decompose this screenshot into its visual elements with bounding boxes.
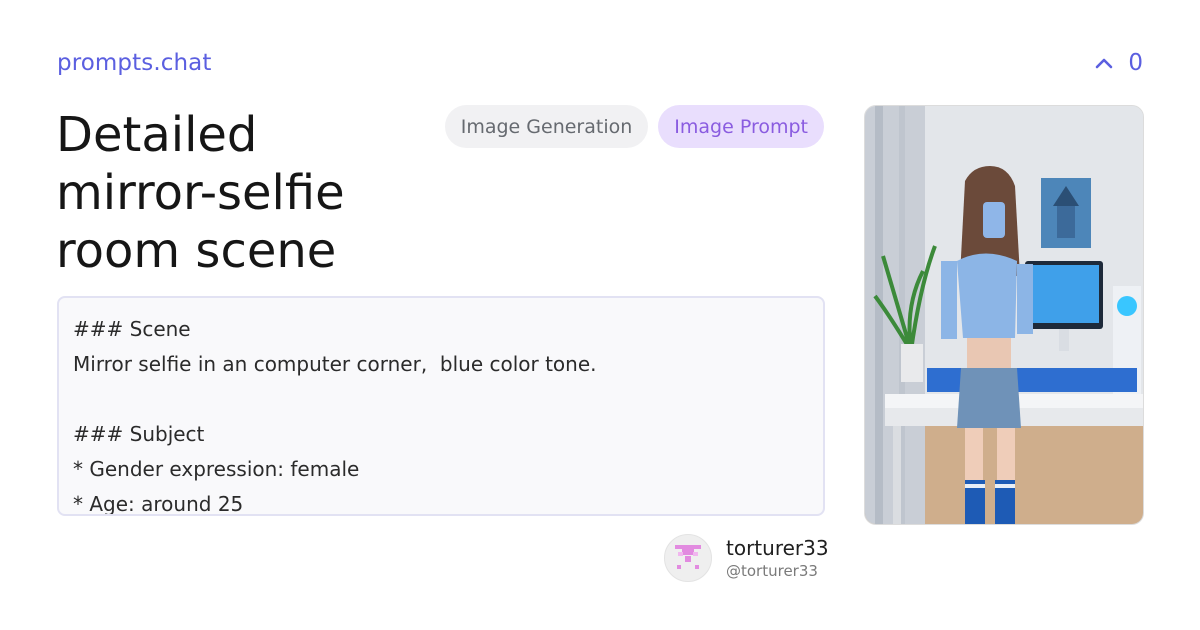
prompt-line: * Gender expression: female bbox=[73, 457, 360, 481]
author-name[interactable]: torturer33 bbox=[726, 535, 829, 561]
prompt-line: * Age: around 25 bbox=[73, 492, 244, 516]
tag-image-generation[interactable]: Image Generation bbox=[444, 105, 649, 148]
tag-image-prompt[interactable]: Image Prompt bbox=[658, 105, 824, 148]
author-card[interactable]: torturer33 @torturer33 bbox=[664, 534, 829, 582]
prompt-preview: ### Scene Mirror selfie in an computer c… bbox=[57, 296, 825, 516]
preview-image bbox=[864, 105, 1144, 525]
author-handle: @torturer33 bbox=[726, 562, 818, 580]
prompt-line: ### Subject bbox=[73, 422, 205, 446]
prompt-line bbox=[73, 382, 809, 417]
prompt-line: ### Scene bbox=[73, 317, 191, 341]
vote-count: 0 bbox=[1128, 50, 1143, 76]
brand-link[interactable]: prompts.chat bbox=[57, 50, 211, 76]
upvote-control[interactable]: 0 bbox=[1094, 50, 1143, 76]
tag-list: Image Generation Image Prompt bbox=[444, 105, 824, 148]
chevron-up-icon[interactable] bbox=[1094, 56, 1114, 70]
prompt-line: Mirror selfie in an computer corner, blu… bbox=[73, 352, 597, 376]
page-title: Detailed mirror-selfie room scene bbox=[56, 107, 345, 279]
avatar bbox=[664, 534, 712, 582]
